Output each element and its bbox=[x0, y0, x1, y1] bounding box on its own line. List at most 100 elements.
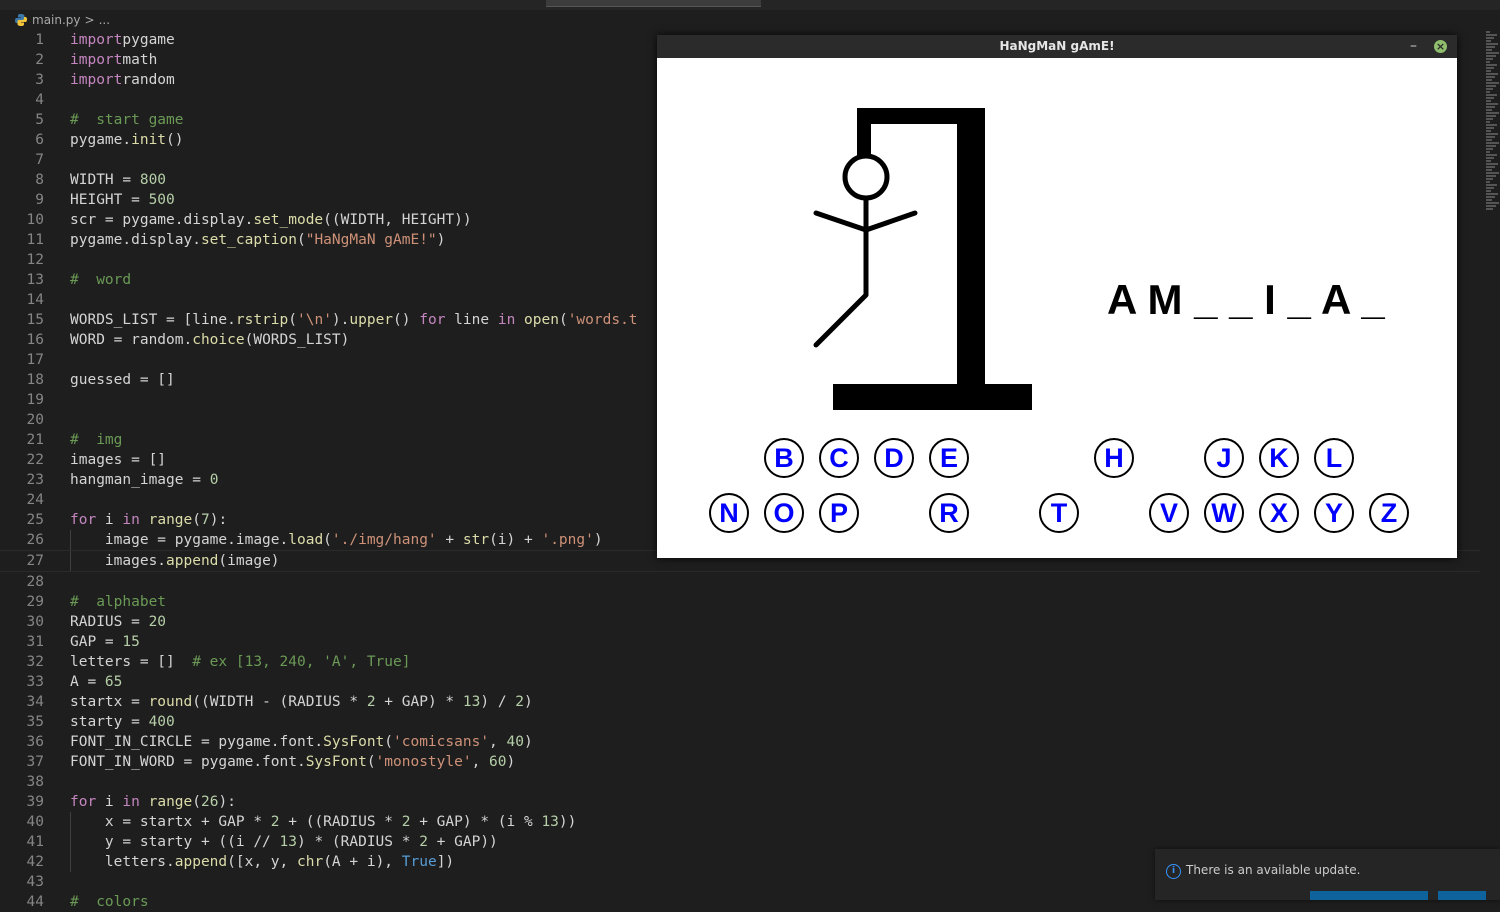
minimap-line bbox=[1486, 160, 1491, 162]
minimap-line bbox=[1486, 199, 1492, 201]
code-text: scr = pygame.display.set_mode((WIDTH, HE… bbox=[70, 210, 472, 230]
minimap-line bbox=[1486, 136, 1495, 138]
line-number: 23 bbox=[26, 472, 44, 488]
notification-message: There is an available update. bbox=[1186, 863, 1361, 877]
code-token: "HaNgMaN gAmE!" bbox=[305, 232, 437, 248]
code-token: 0 bbox=[209, 472, 219, 488]
minimap[interactable] bbox=[1486, 30, 1500, 290]
letter-button-y[interactable]: Y bbox=[1314, 493, 1354, 533]
code-text: # alphabet bbox=[70, 592, 166, 612]
code-token: 60 bbox=[489, 754, 507, 770]
letter-button-x[interactable]: X bbox=[1259, 493, 1299, 533]
code-line[interactable]: 28 bbox=[0, 572, 1480, 592]
line-number: 33 bbox=[26, 674, 44, 690]
gallows-post bbox=[957, 108, 985, 388]
code-text: startx = round((WIDTH - (RADIUS * 2 + GA… bbox=[70, 692, 533, 712]
minimap-line bbox=[1486, 133, 1498, 135]
code-token: x = startx + GAP * bbox=[70, 814, 271, 830]
code-line[interactable]: 40 x = startx + GAP * 2 + ((RADIUS * 2 +… bbox=[0, 812, 1480, 832]
code-line[interactable]: 38 bbox=[0, 772, 1480, 792]
line-number: 29 bbox=[26, 594, 44, 610]
code-line[interactable]: 30 RADIUS = 20 bbox=[0, 612, 1480, 632]
minimap-line bbox=[1486, 181, 1490, 183]
code-token: i bbox=[96, 512, 123, 528]
letter-button-r[interactable]: R bbox=[929, 493, 969, 533]
line-number: 43 bbox=[26, 874, 44, 890]
line-number: 13 bbox=[26, 272, 44, 288]
update-notification[interactable]: i There is an available update. bbox=[1155, 849, 1500, 900]
letter-button-b[interactable]: B bbox=[764, 438, 804, 478]
code-token: ( bbox=[366, 754, 376, 770]
letter-button-z[interactable]: Z bbox=[1369, 493, 1409, 533]
minimap-line bbox=[1486, 88, 1493, 90]
letter-button-e[interactable]: E bbox=[929, 438, 969, 478]
hangman-head bbox=[842, 153, 890, 201]
line-number: 3 bbox=[35, 72, 44, 88]
code-token: for bbox=[70, 794, 97, 810]
breadcrumb-rest[interactable]: ... bbox=[99, 13, 110, 27]
code-line[interactable]: 35 starty = 400 bbox=[0, 712, 1480, 732]
minimap-line bbox=[1486, 115, 1496, 117]
code-token: )) bbox=[558, 814, 577, 830]
code-line[interactable]: 36 FONT_IN_CIRCLE = pygame.font.SysFont('… bbox=[0, 732, 1480, 752]
code-line[interactable]: 39 for i in range(26): bbox=[0, 792, 1480, 812]
code-text: pygame.display.set_caption("HaNgMaN gAmE… bbox=[70, 230, 445, 250]
code-token: () bbox=[393, 312, 420, 328]
notification-primary-button[interactable] bbox=[1310, 891, 1428, 900]
minimap-line bbox=[1486, 124, 1497, 126]
letter-button-t[interactable]: T bbox=[1039, 493, 1079, 533]
letter-button-n[interactable]: N bbox=[709, 493, 749, 533]
minimap-line bbox=[1486, 145, 1496, 147]
minimap-line bbox=[1486, 148, 1493, 150]
code-token: ([x, y, bbox=[227, 854, 297, 870]
code-token: round bbox=[148, 694, 193, 710]
code-text: WORD = random.choice(WORDS_LIST) bbox=[70, 330, 349, 350]
code-token: random bbox=[122, 72, 175, 88]
code-line[interactable]: 37 FONT_IN_WORD = pygame.font.SysFont('mo… bbox=[0, 752, 1480, 772]
code-line[interactable]: 29 # alphabet bbox=[0, 592, 1480, 612]
code-token: ) bbox=[506, 754, 516, 770]
code-token: y = starty + ((i // bbox=[70, 834, 280, 850]
code-token: 800 bbox=[139, 172, 167, 188]
line-number: 4 bbox=[35, 92, 44, 108]
close-button[interactable]: × bbox=[1434, 40, 1447, 53]
editor-tab-indicator[interactable] bbox=[546, 0, 761, 7]
game-canvas[interactable]: A M _ _ I _ A _ BCDE H JKL NOP R T VWXYZ bbox=[657, 58, 1457, 558]
letter-button-d[interactable]: D bbox=[874, 438, 914, 478]
game-window[interactable]: HaNgMaN gAmE! – × A M _ _ I _ A _ BCDE H J… bbox=[657, 35, 1457, 558]
code-token: for bbox=[419, 312, 446, 328]
code-line[interactable]: 31 GAP = 15 bbox=[0, 632, 1480, 652]
code-token: choice bbox=[192, 332, 245, 348]
line-number: 40 bbox=[26, 814, 44, 830]
code-token: (A + i), bbox=[323, 854, 402, 870]
minimap-line bbox=[1486, 49, 1492, 51]
code-text: # word bbox=[70, 270, 131, 290]
code-token: './img/hang' bbox=[331, 532, 437, 548]
minimap-line bbox=[1486, 157, 1494, 159]
window-titlebar[interactable]: HaNgMaN gAmE! – × bbox=[657, 35, 1457, 58]
code-line[interactable]: 34 startx = round((WIDTH - (RADIUS * 2 + … bbox=[0, 692, 1480, 712]
breadcrumb-file[interactable]: main.py bbox=[32, 13, 81, 27]
code-text: FONT_IN_CIRCLE = pygame.font.SysFont('co… bbox=[70, 732, 533, 752]
code-token: ( bbox=[558, 312, 568, 328]
letter-button-o[interactable]: O bbox=[764, 493, 804, 533]
minimap-line bbox=[1486, 40, 1491, 42]
line-number: 14 bbox=[26, 292, 44, 308]
code-token: in bbox=[122, 794, 140, 810]
notification-secondary-button[interactable] bbox=[1438, 891, 1486, 900]
code-text: importrandom bbox=[70, 70, 175, 90]
code-line[interactable]: 32 letters = [] # ex [13, 240, 'A', True] bbox=[0, 652, 1480, 672]
letter-button-w[interactable]: W bbox=[1204, 493, 1244, 533]
code-line[interactable]: 33 A = 65 bbox=[0, 672, 1480, 692]
minimap-line bbox=[1486, 70, 1491, 72]
letter-button-l[interactable]: L bbox=[1314, 438, 1354, 478]
letter-button-v[interactable]: V bbox=[1149, 493, 1189, 533]
minimize-button[interactable]: – bbox=[1410, 35, 1417, 58]
letter-button-c[interactable]: C bbox=[819, 438, 859, 478]
line-number: 9 bbox=[35, 192, 44, 208]
code-text: WIDTH = 800 bbox=[70, 170, 166, 190]
letter-button-p[interactable]: P bbox=[819, 493, 859, 533]
letter-button-k[interactable]: K bbox=[1259, 438, 1299, 478]
letter-button-j[interactable]: J bbox=[1204, 438, 1244, 478]
letter-button-h[interactable]: H bbox=[1094, 438, 1134, 478]
